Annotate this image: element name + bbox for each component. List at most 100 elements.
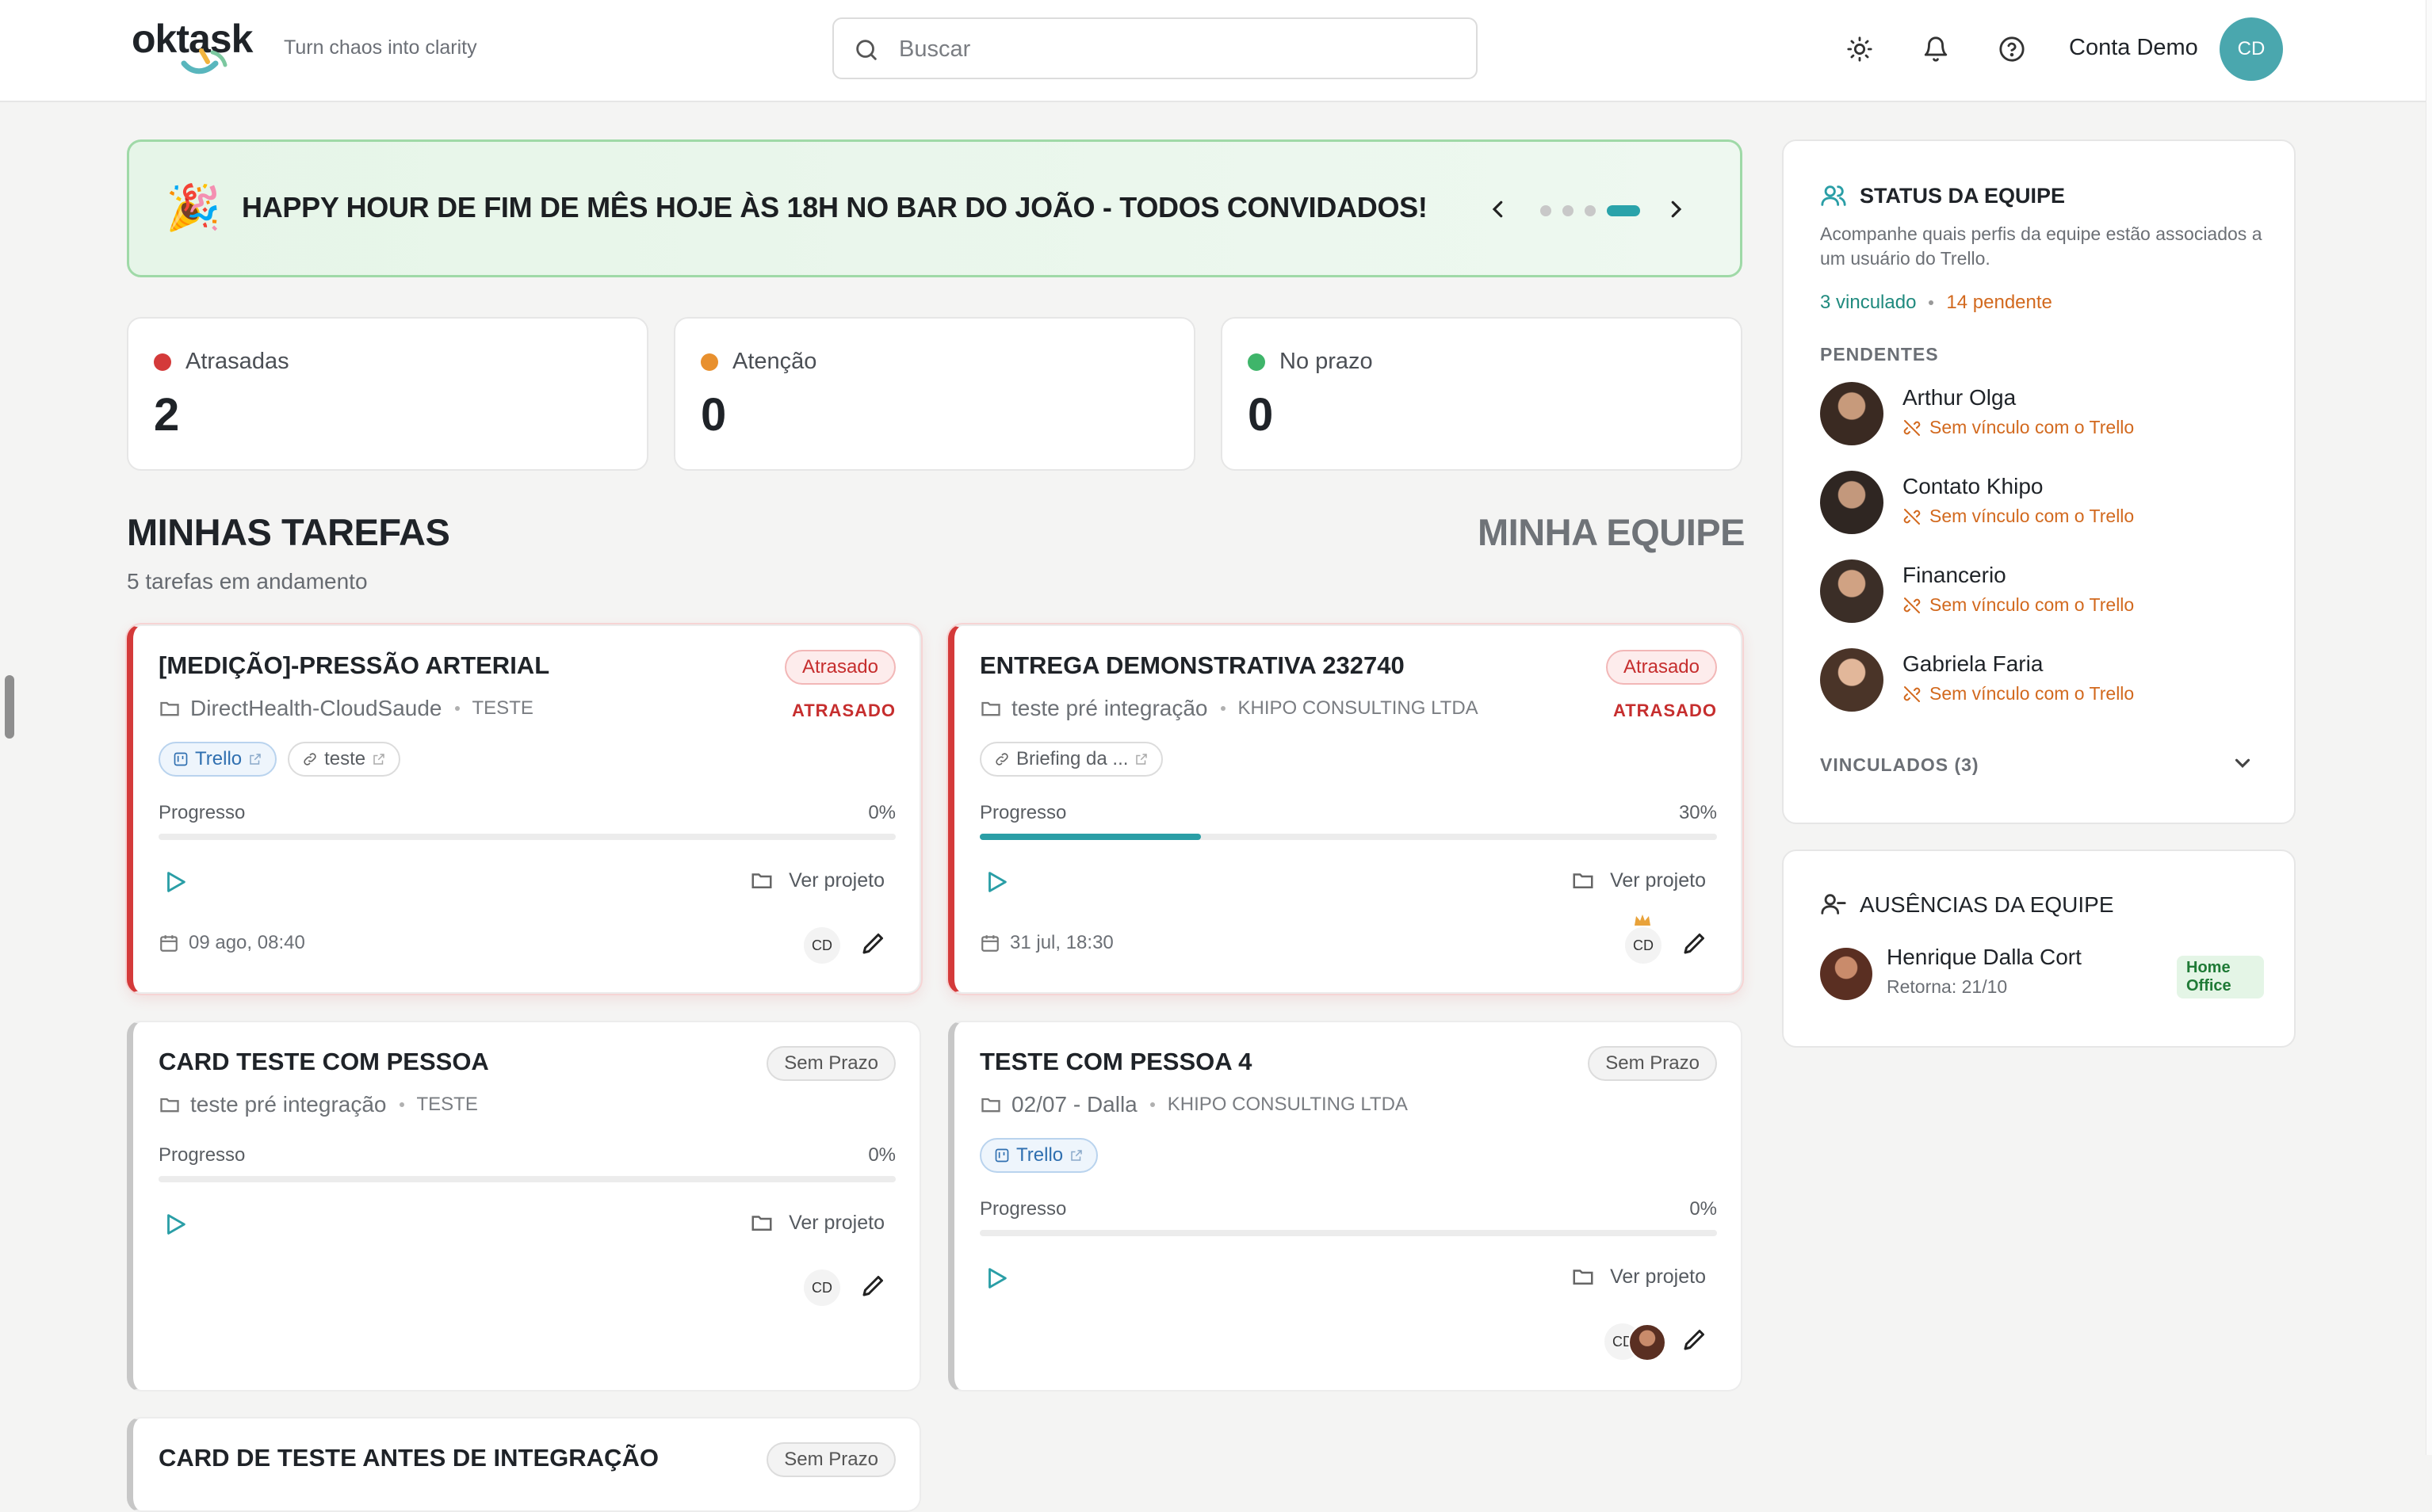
separator-dot bbox=[1929, 300, 1934, 305]
member-status-text: Sem vínculo com o Trello bbox=[1929, 594, 2135, 615]
progress-bar bbox=[159, 834, 896, 840]
trello-link-chip[interactable]: Trello bbox=[980, 1138, 1099, 1173]
account-name[interactable]: Conta Demo bbox=[2069, 35, 2198, 61]
play-icon[interactable] bbox=[983, 1265, 1010, 1292]
section-title[interactable]: MINHAS TAREFAS bbox=[127, 510, 450, 554]
task-project: teste pré integração TESTE bbox=[159, 1092, 478, 1117]
member-name: Financerio bbox=[1902, 563, 2006, 587]
linked-heading[interactable]: VINCULADOS (3) bbox=[1820, 754, 1979, 776]
carousel-dot-1[interactable] bbox=[1540, 205, 1551, 216]
task-links: Trello teste bbox=[159, 742, 401, 777]
team-status-panel: STATUS DA EQUIPE Acompanhe quais perfis … bbox=[1782, 139, 2296, 824]
pencil-icon[interactable] bbox=[1681, 1325, 1709, 1354]
progress-bar bbox=[980, 834, 1717, 840]
task-title: ENTREGA DEMONSTRATIVA 232740 bbox=[980, 651, 1405, 679]
project-name: DirectHealth-CloudSaude bbox=[190, 696, 442, 720]
tab-my-team[interactable]: MINHA EQUIPE bbox=[1478, 510, 1745, 554]
link-chip[interactable]: teste bbox=[288, 742, 401, 777]
progress-bar bbox=[980, 1230, 1717, 1236]
carousel-dot-2[interactable] bbox=[1562, 205, 1574, 216]
announcement-banner: 🎉 HAPPY HOUR DE FIM DE MÊS HOJE ÀS 18H N… bbox=[127, 139, 1742, 277]
view-project-link[interactable]: Ver projeto bbox=[1570, 1265, 1706, 1289]
progress-percent: 30% bbox=[1678, 802, 1717, 823]
pending-member-row[interactable]: Gabriela Faria Sem vínculo com o Trello bbox=[1820, 648, 2264, 716]
member-name: Gabriela Faria bbox=[1902, 651, 2044, 676]
on-time-dot-icon bbox=[1248, 353, 1265, 371]
link-chip[interactable]: Briefing da ... bbox=[980, 742, 1164, 777]
help-circle-icon[interactable] bbox=[1994, 32, 2029, 67]
due-date: 31 jul, 18:30 bbox=[980, 932, 1114, 954]
progress-label: Progresso bbox=[980, 802, 1067, 823]
stat-label: Atenção bbox=[732, 349, 817, 374]
assignee-avatar[interactable]: CD bbox=[804, 927, 840, 964]
panel-title: STATUS DA EQUIPE bbox=[1860, 184, 2066, 208]
assignee-avatar[interactable]: CD bbox=[1625, 927, 1661, 964]
task-card[interactable]: [MEDIÇÃO]-PRESSÃO ARTERIAL Atrasado ATRA… bbox=[127, 624, 921, 994]
task-card[interactable]: TESTE COM PESSOA 4 Sem Prazo 02/07 - Dal… bbox=[948, 1021, 1742, 1392]
view-project-link[interactable]: Ver projeto bbox=[749, 869, 885, 892]
section-subtitle: 5 tarefas em andamento bbox=[127, 569, 368, 594]
carousel-dot-3[interactable] bbox=[1585, 205, 1596, 216]
pencil-icon[interactable] bbox=[859, 929, 888, 957]
absence-type-badge: Home Office bbox=[2177, 956, 2264, 998]
stat-value: 0 bbox=[701, 389, 727, 441]
sun-icon[interactable] bbox=[1842, 32, 1877, 67]
panel-title: AUSÊNCIAS DA EQUIPE bbox=[1860, 892, 2114, 917]
progress-label: Progresso bbox=[980, 1198, 1067, 1220]
carousel-dot-4[interactable] bbox=[1607, 205, 1640, 216]
due-date-text: 31 jul, 18:30 bbox=[1010, 932, 1114, 953]
user-minus-icon bbox=[1821, 894, 1846, 914]
play-icon[interactable] bbox=[162, 869, 189, 895]
chevron-right-icon[interactable] bbox=[1664, 196, 1688, 223]
external-link-icon bbox=[1136, 754, 1148, 765]
pending-member-row[interactable]: Contato Khipo Sem vínculo com o Trello bbox=[1820, 471, 2264, 539]
external-link-icon bbox=[1071, 1150, 1082, 1161]
member-status-text: Sem vínculo com o Trello bbox=[1929, 683, 2135, 704]
unlink-icon bbox=[1903, 597, 1921, 613]
chip-label: Briefing da ... bbox=[1016, 748, 1129, 769]
absence-row[interactable]: Henrique Dalla Cort Retorna: 21/10 Home … bbox=[1820, 945, 2264, 1008]
page-scrollbar[interactable] bbox=[2426, 0, 2432, 1455]
pencil-icon[interactable] bbox=[1681, 929, 1709, 957]
chevron-down-icon[interactable] bbox=[2231, 751, 2254, 775]
sidebar-resize-handle[interactable] bbox=[5, 675, 14, 739]
trello-link-chip[interactable]: Trello bbox=[159, 742, 277, 777]
bell-icon[interactable] bbox=[1918, 32, 1953, 67]
pencil-icon[interactable] bbox=[859, 1271, 888, 1300]
search-box[interactable] bbox=[832, 17, 1478, 79]
view-project-link[interactable]: Ver projeto bbox=[749, 1211, 885, 1235]
project-name: teste pré integração bbox=[1011, 696, 1208, 720]
client-name: TESTE bbox=[472, 697, 533, 719]
stat-card-on-time[interactable]: No prazo 0 bbox=[1221, 317, 1742, 471]
task-card[interactable]: ENTREGA DEMONSTRATIVA 232740 Atrasado AT… bbox=[948, 624, 1742, 994]
link-icon bbox=[304, 753, 316, 766]
stat-card-attention[interactable]: Atenção 0 bbox=[674, 317, 1195, 471]
calendar-icon bbox=[981, 935, 999, 952]
task-links: Trello bbox=[980, 1138, 1099, 1173]
search-input[interactable] bbox=[897, 30, 1455, 68]
member-avatar bbox=[1820, 559, 1883, 623]
pending-member-row[interactable]: Financerio Sem vínculo com o Trello bbox=[1820, 559, 2264, 628]
stat-card-overdue[interactable]: Atrasadas 2 bbox=[127, 317, 648, 471]
assignee-avatar[interactable]: CD bbox=[804, 1270, 840, 1306]
chevron-left-icon[interactable] bbox=[1486, 196, 1510, 223]
status-badge: Sem Prazo bbox=[767, 1046, 896, 1081]
member-photo-avatar[interactable] bbox=[1628, 1323, 1666, 1361]
progress-label: Progresso bbox=[159, 1144, 246, 1166]
member-status: Sem vínculo com o Trello bbox=[1902, 506, 2134, 527]
account-avatar[interactable]: CD bbox=[2220, 17, 2283, 81]
linked-count: 3 vinculado bbox=[1820, 292, 1917, 313]
status-badge: Atrasado bbox=[1605, 650, 1717, 685]
play-icon[interactable] bbox=[162, 1211, 189, 1238]
play-icon[interactable] bbox=[983, 869, 1010, 895]
member-avatar bbox=[1820, 382, 1883, 445]
view-project-link[interactable]: Ver projeto bbox=[1570, 869, 1706, 892]
folder-open-icon bbox=[751, 873, 772, 888]
member-status-text: Sem vínculo com o Trello bbox=[1929, 506, 2135, 526]
client-name: KHIPO CONSULTING LTDA bbox=[1237, 697, 1478, 719]
client-name: KHIPO CONSULTING LTDA bbox=[1167, 1094, 1408, 1115]
pending-member-row[interactable]: Arthur Olga Sem vínculo com o Trello bbox=[1820, 382, 2264, 450]
progress-bar bbox=[159, 1176, 896, 1182]
task-card[interactable]: CARD DE TESTE ANTES DE INTEGRAÇÃO Sem Pr… bbox=[127, 1417, 921, 1512]
task-card[interactable]: CARD TESTE COM PESSOA Sem Prazo teste pr… bbox=[127, 1021, 921, 1392]
